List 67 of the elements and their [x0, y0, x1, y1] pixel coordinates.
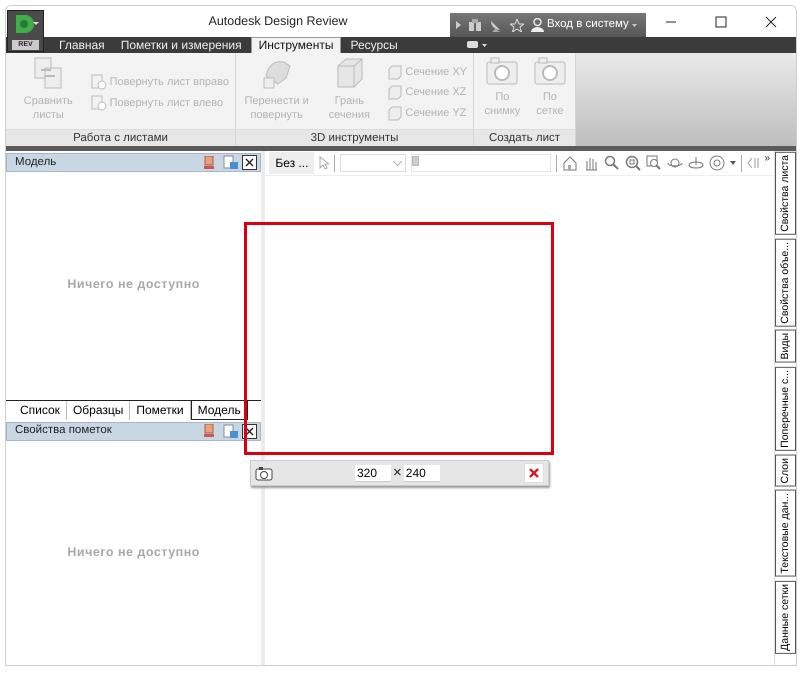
section-plane-icon [387, 64, 402, 80]
expand-arrow-icon[interactable] [456, 21, 461, 29]
zoom-window-icon[interactable] [646, 155, 662, 171]
sign-in-button[interactable]: Вход в систему [531, 16, 637, 34]
side-panel-tab[interactable]: Слои [775, 454, 796, 486]
empty-message: Ничего не доступно [67, 276, 200, 293]
height-field[interactable]: 240 [404, 464, 440, 482]
dropdown-caret-icon [393, 160, 402, 166]
zoom-icon[interactable] [604, 155, 620, 171]
snapshot-frame[interactable] [244, 222, 554, 455]
ribbon-group-title: Работа с листами [6, 129, 235, 146]
width-field[interactable]: 320 [355, 464, 391, 482]
overflow-chevron[interactable]: » [764, 151, 770, 166]
steering-wheel-icon[interactable] [709, 155, 726, 171]
section-plane-icon [387, 106, 402, 120]
section-plane-icon [387, 85, 402, 100]
stamp-icon[interactable] [203, 424, 216, 438]
ribbon-group-title: 3D инструменты [236, 129, 473, 146]
zoom-slider[interactable] [411, 154, 552, 172]
side-panel-tab[interactable]: Свойства объе... [775, 238, 796, 326]
compare-sheets-icon [33, 56, 64, 90]
pane-title: Свойства пометок [15, 423, 113, 438]
turntable-icon[interactable] [688, 155, 704, 171]
camera-icon [485, 56, 520, 86]
capture-button[interactable] [255, 464, 273, 482]
side-panel-tab[interactable]: Виды [775, 330, 796, 364]
binoculars-icon[interactable] [468, 19, 482, 31]
caret-icon[interactable] [730, 161, 736, 165]
maximize-icon[interactable] [715, 16, 727, 28]
close-icon[interactable] [765, 16, 777, 28]
ribbon-display-icon[interactable] [466, 41, 487, 49]
close-icon [245, 426, 254, 436]
satellite-dish-icon[interactable] [489, 18, 503, 32]
zoom-extents-icon[interactable] [625, 155, 642, 171]
ribbon-group-title: Создать лист [474, 129, 575, 146]
caret-icon [632, 24, 637, 26]
pane-title: Модель [15, 154, 58, 170]
stamp-icon[interactable] [203, 156, 216, 170]
rotate-sheet-icon [90, 94, 107, 111]
home-icon[interactable] [562, 155, 578, 171]
times-sign: × [393, 462, 402, 483]
sheet-tab[interactable]: Без ... [269, 152, 314, 174]
side-panel-tab[interactable]: Текстовые дан... [775, 490, 796, 577]
ribbon-tab[interactable]: Пометки и измерения [114, 38, 249, 53]
close-icon [529, 468, 539, 478]
side-panel-tab[interactable]: Свойства листа [775, 152, 796, 235]
star-icon[interactable] [510, 18, 524, 32]
close-button[interactable] [242, 155, 258, 170]
user-icon [531, 18, 544, 32]
slider-thumb[interactable] [412, 156, 420, 166]
camera-icon [532, 56, 567, 86]
close-icon [245, 158, 254, 167]
window-title: Autodesk Design Review [208, 13, 348, 30]
side-panel-tab[interactable]: Поперечные с... [775, 367, 796, 451]
collapse-panel-icon[interactable] [747, 157, 760, 169]
camera-icon [255, 466, 273, 482]
ribbon-tab[interactable]: Инструменты [250, 37, 342, 53]
ribbon-tab[interactable]: Ресурсы [343, 38, 405, 53]
side-panel-tab[interactable]: Данные сетки [775, 580, 796, 654]
ribbon-tab[interactable]: Главная [52, 38, 112, 53]
pane-tab[interactable]: Модель [190, 400, 248, 420]
cancel-button[interactable] [524, 463, 544, 483]
rotate-sheet-icon [90, 74, 107, 90]
pane-tab[interactable]: Список [14, 400, 67, 420]
empty-message: Ничего не доступно [67, 544, 200, 562]
pane-tab[interactable]: Образцы [66, 400, 130, 420]
select-arrow-icon[interactable] [319, 156, 330, 170]
